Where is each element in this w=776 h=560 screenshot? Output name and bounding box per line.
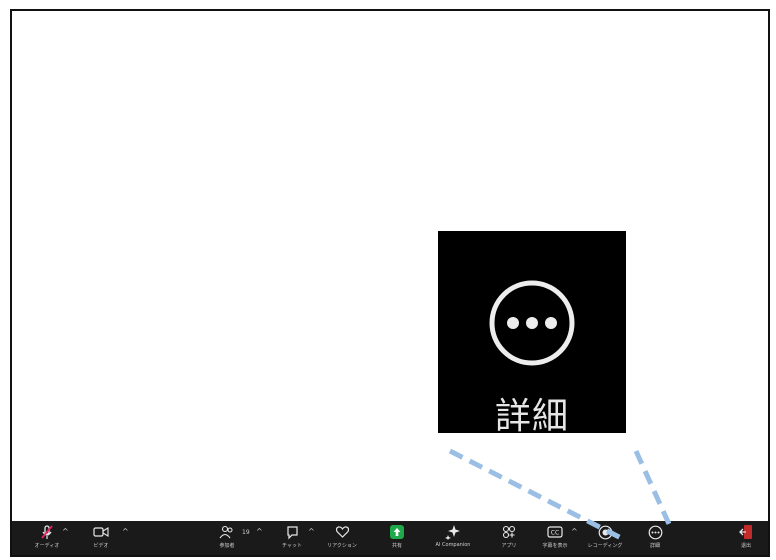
participants-count: 19 — [242, 529, 250, 536]
muted-microphone-icon — [39, 523, 55, 541]
leave-label: 退出 — [740, 543, 751, 549]
video-label: ビデオ — [93, 543, 109, 549]
recording-label: レコーディング — [587, 543, 623, 549]
apps-label: アプリ — [501, 543, 517, 549]
sparkle-icon — [445, 523, 461, 541]
heart-icon — [335, 523, 350, 541]
more-button-zoom-callout: 詳細 — [438, 231, 626, 437]
chat-label: チャット — [282, 543, 302, 549]
record-icon — [598, 523, 613, 541]
more-label: 詳細 — [649, 543, 660, 549]
meeting-toolbar: オーディオ ^ ビデオ ^ 参加者 19 ^ チャット ^ リアクション 共有 … — [12, 521, 768, 555]
reactions-button[interactable]: リアクション — [319, 523, 365, 549]
recording-button[interactable]: レコーディング — [582, 523, 628, 549]
apps-grid-icon — [502, 523, 516, 541]
participants-button[interactable]: 参加者 — [204, 523, 250, 549]
callout-label: 詳細 — [494, 396, 569, 437]
closed-captions-icon: CC — [547, 523, 563, 541]
more-ellipsis-icon — [648, 523, 663, 541]
leave-door-icon — [739, 523, 753, 541]
chat-bubble-icon — [285, 523, 300, 541]
leave-button[interactable]: 退出 — [726, 523, 766, 549]
captions-options-chevron-icon[interactable]: ^ — [571, 527, 578, 536]
more-button[interactable]: 詳細 — [632, 523, 678, 549]
chat-options-chevron-icon[interactable]: ^ — [308, 527, 315, 536]
ai-companion-button[interactable]: AI Companion — [430, 523, 476, 548]
participants-options-chevron-icon[interactable]: ^ — [256, 527, 263, 536]
captions-label: 字幕を表示 — [542, 543, 568, 549]
share-screen-icon — [390, 523, 404, 541]
video-options-chevron-icon[interactable]: ^ — [122, 527, 129, 536]
video-button[interactable]: ビデオ — [78, 523, 124, 549]
video-camera-icon — [93, 523, 109, 541]
audio-options-chevron-icon[interactable]: ^ — [62, 527, 69, 536]
share-button[interactable]: 共有 — [374, 523, 420, 549]
more-ellipsis-icon — [486, 277, 578, 369]
share-label: 共有 — [391, 543, 402, 549]
participants-label: 参加者 — [219, 543, 235, 549]
audio-label: オーディオ — [34, 543, 60, 549]
ai-companion-label: AI Companion — [435, 542, 471, 548]
svg-text:CC: CC — [551, 530, 559, 537]
meeting-window: オーディオ ^ ビデオ ^ 参加者 19 ^ チャット ^ リアクション 共有 … — [10, 9, 770, 557]
apps-button[interactable]: アプリ — [486, 523, 532, 549]
reactions-label: リアクション — [327, 543, 357, 549]
participants-icon — [219, 523, 235, 541]
